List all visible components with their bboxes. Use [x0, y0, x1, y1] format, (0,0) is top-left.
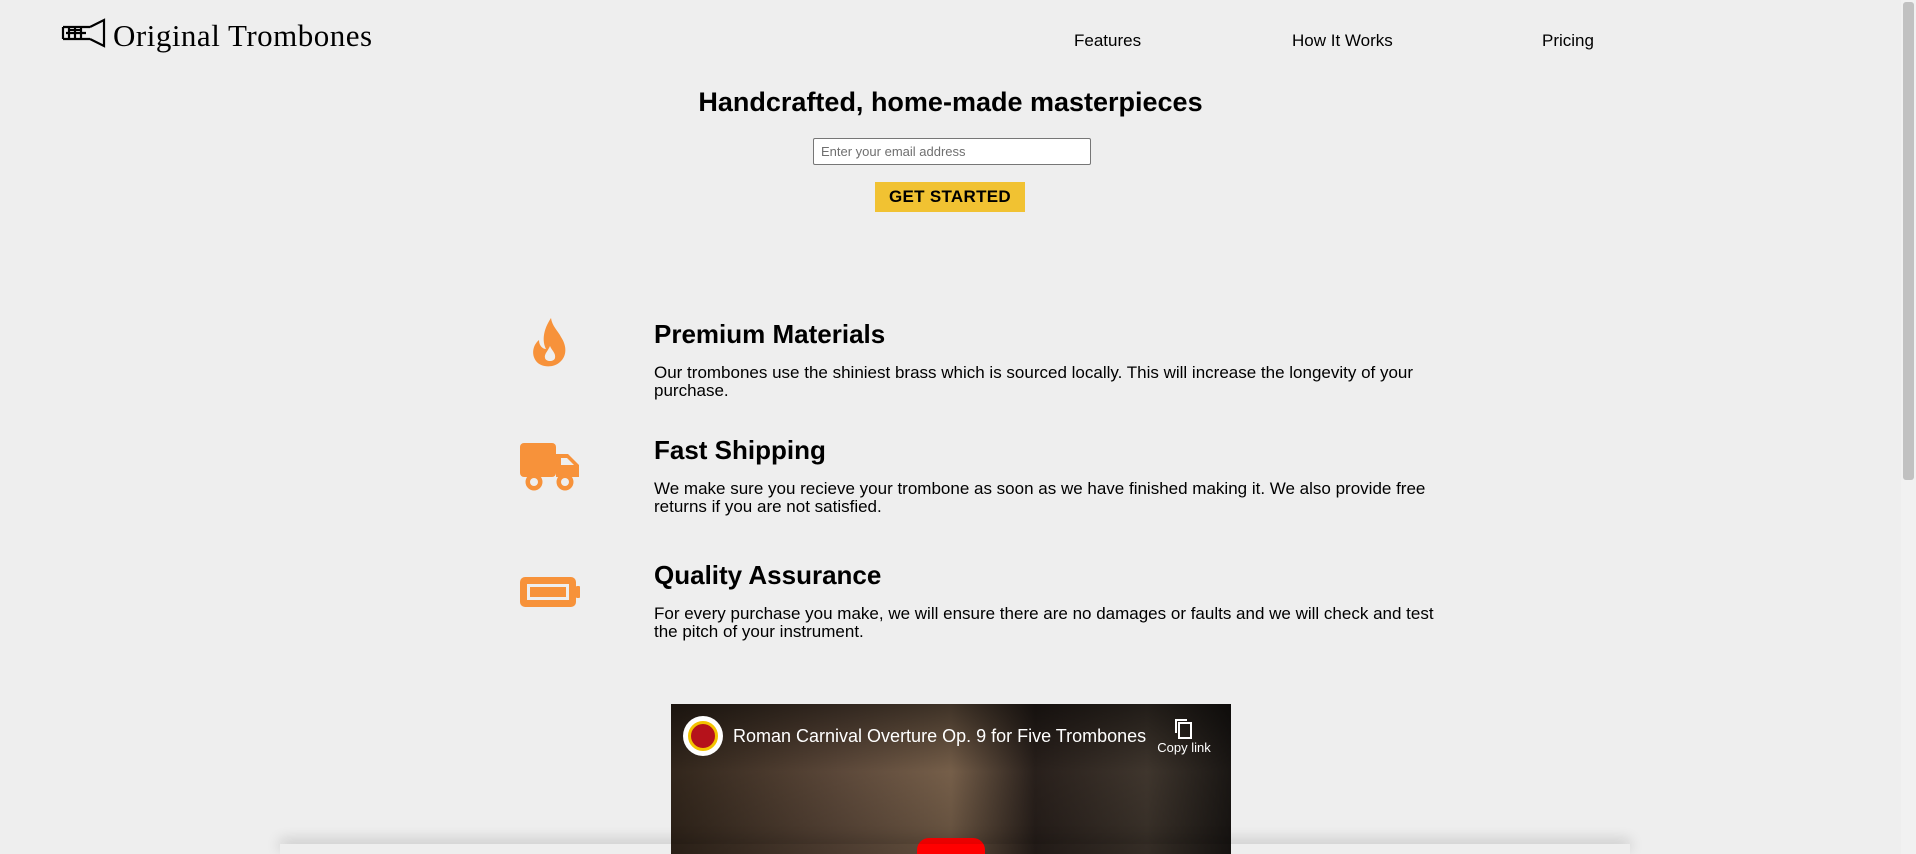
feature-description-quality-assurance: For every purchase you make, we will ens… — [654, 604, 1434, 641]
copy-icon — [1175, 719, 1192, 739]
scrollbar-thumb[interactable] — [1903, 2, 1914, 480]
nav-link-how-it-works[interactable]: How It Works — [1292, 31, 1393, 51]
trombone-icon — [60, 16, 106, 55]
video-title[interactable]: Roman Carnival Overture Op. 9 for Five T… — [733, 726, 1146, 747]
channel-avatar[interactable] — [683, 716, 723, 756]
fire-icon — [527, 316, 573, 368]
truck-icon — [519, 441, 581, 493]
nav-link-pricing[interactable]: Pricing — [1542, 31, 1594, 51]
email-input[interactable] — [813, 138, 1091, 165]
copy-link-label: Copy link — [1157, 740, 1211, 755]
feature-title-fast-shipping: Fast Shipping — [654, 435, 826, 465]
scrollbar[interactable] — [1901, 0, 1916, 854]
battery-icon — [519, 574, 581, 610]
nav-link-features[interactable]: Features — [1074, 31, 1141, 51]
feature-title-quality-assurance: Quality Assurance — [654, 560, 882, 590]
feature-description-fast-shipping: We make sure you recieve your trombone a… — [654, 479, 1426, 516]
video-embed[interactable]: Roman Carnival Overture Op. 9 for Five T… — [671, 704, 1231, 854]
section-divider-shadow — [280, 844, 1630, 854]
logo-text: Original Trombones — [113, 17, 373, 53]
logo[interactable]: Original Trombones — [60, 16, 373, 55]
feature-title-premium-materials: Premium Materials — [654, 319, 886, 349]
get-started-button[interactable]: GET STARTED — [875, 182, 1025, 212]
hero-title: Handcrafted, home-made masterpieces — [698, 87, 1203, 117]
feature-description-premium-materials: Our trombones use the shiniest brass whi… — [654, 363, 1414, 400]
copy-link-button[interactable]: Copy link — [1151, 716, 1217, 770]
